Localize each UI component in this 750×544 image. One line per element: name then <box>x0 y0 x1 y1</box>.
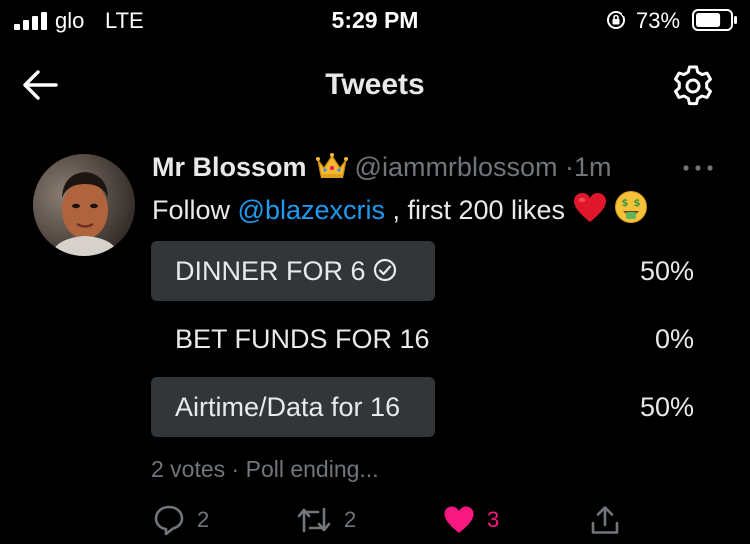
display-name[interactable]: Mr Blossom <box>152 152 307 182</box>
header: Tweets <box>0 55 750 115</box>
user-handle[interactable]: @iammrblossom <box>355 152 558 182</box>
poll-option-percent: 50% <box>639 256 694 286</box>
money-mouth-face-emoji-icon: $ $ <box>615 191 648 223</box>
poll-option-label: Airtime/Data for 16 <box>175 392 401 422</box>
red-heart-emoji-icon <box>573 193 606 222</box>
tweet-text: Follow @blazexcris , first 200 likes $ $ <box>152 190 648 226</box>
svg-text:$: $ <box>634 198 641 209</box>
battery-icon <box>692 9 737 31</box>
share-button[interactable] <box>590 500 620 540</box>
mention-link[interactable]: @blazexcris <box>238 195 385 225</box>
svg-text:$: $ <box>622 198 629 209</box>
check-circle-icon <box>373 258 396 282</box>
tweet-text-end: , first 200 likes <box>384 195 566 225</box>
tweet-actions: 2 2 3 <box>0 500 750 540</box>
retweet-icon <box>297 507 331 533</box>
share-icon <box>591 506 619 534</box>
gear-icon[interactable] <box>670 63 716 109</box>
status-bar: glo LTE 5:29 PM 73% <box>0 0 750 42</box>
poll-option-label: BET FUNDS FOR 16 <box>175 324 430 354</box>
poll-option-1: DINNER FOR 6 50% <box>151 241 699 301</box>
poll-option-label: DINNER FOR 6 <box>175 256 398 287</box>
orientation-lock-icon <box>607 11 625 29</box>
avatar[interactable] <box>33 154 135 256</box>
tweet-text-start: Follow <box>152 195 238 225</box>
like-button[interactable]: 3 <box>443 500 499 540</box>
separator-dot: · <box>564 152 574 182</box>
retweet-count: 2 <box>344 507 357 532</box>
poll-meta: 2 votes · Poll ending... <box>151 456 379 483</box>
page-title: Tweets <box>325 68 425 101</box>
reply-icon <box>154 505 184 536</box>
poll-vote-count: 2 votes <box>151 456 226 482</box>
poll-option-text: DINNER FOR 6 <box>175 256 366 286</box>
poll-option-percent: 50% <box>639 392 694 422</box>
poll-option-percent: 0% <box>654 324 694 354</box>
separator-dot: · <box>231 456 240 482</box>
poll-status: Poll ending... <box>245 456 379 482</box>
tweet-header: Mr Blossom @iammrblossom ·1m <box>152 152 612 183</box>
crown-emoji-icon <box>315 153 348 178</box>
retweet-button[interactable]: 2 <box>296 500 356 540</box>
timestamp[interactable]: 1m <box>574 152 612 182</box>
poll-option-2: BET FUNDS FOR 16 0% <box>151 309 699 369</box>
reply-button[interactable]: 2 <box>153 500 209 540</box>
more-options-icon[interactable] <box>680 160 716 176</box>
heart-filled-icon <box>444 506 474 533</box>
reply-count: 2 <box>197 507 210 532</box>
like-count: 3 <box>487 507 500 532</box>
battery-percentage: 73% <box>636 8 681 33</box>
poll-option-3: Airtime/Data for 16 50% <box>151 377 699 437</box>
